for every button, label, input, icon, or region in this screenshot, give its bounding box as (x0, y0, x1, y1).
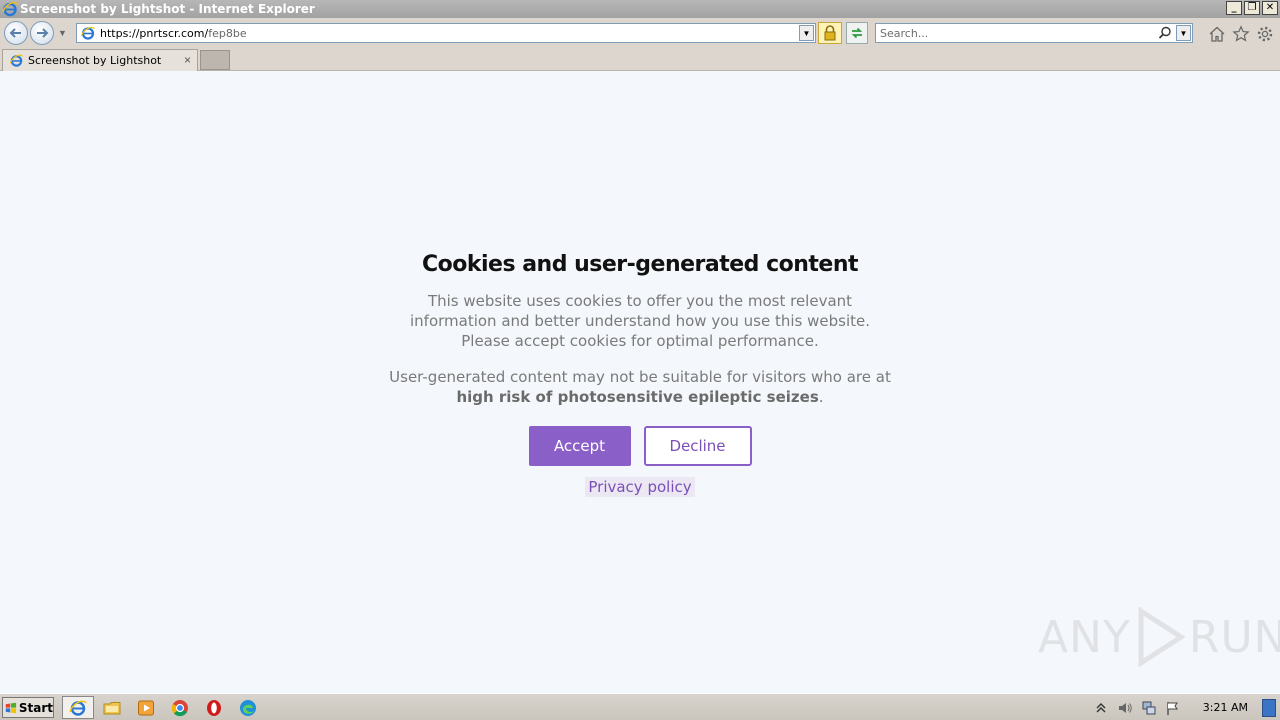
decline-button[interactable]: Decline (643, 426, 752, 466)
consent-cookies-text: This website uses cookies to offer you t… (340, 291, 940, 351)
toolbar-icons (1208, 25, 1274, 43)
back-button[interactable] (4, 21, 28, 45)
url-host: https://pnrtscr.com/ (100, 26, 209, 40)
address-dropdown-button[interactable]: ▼ (799, 25, 814, 41)
ugc-warning-bold: high risk of photosensitive epileptic se… (456, 388, 819, 406)
page-content: Cookies and user-generated content This … (0, 72, 1280, 693)
watermark-text-right: RUN (1188, 611, 1280, 663)
accept-button[interactable]: Accept (528, 426, 631, 466)
navigation-bar: ▼ https://pnrtscr.com/fep8be ▼ ▼ (0, 18, 1280, 48)
media-player-icon (138, 700, 154, 715)
favorites-star-icon[interactable] (1232, 25, 1250, 43)
search-box: ▼ (875, 23, 1193, 43)
minimize-button[interactable]: _ (1226, 1, 1242, 15)
clock[interactable]: 3:21 AM (1203, 701, 1248, 714)
cookies-text-line-2: information and better understand how yo… (409, 312, 870, 330)
search-input[interactable] (880, 26, 1150, 40)
system-tray: 3:21 AM (1089, 696, 1280, 719)
tab-lightshot[interactable]: Screenshot by Lightshot × (2, 49, 198, 71)
consent-ugc-text: User-generated content may not be suitab… (340, 367, 940, 407)
consent-heading: Cookies and user-generated content (421, 252, 859, 277)
tab-bar: Screenshot by Lightshot × (0, 48, 1280, 71)
cookies-text-line-3: Please accept cookies for optimal perfor… (461, 332, 819, 350)
edge-icon (240, 699, 256, 716)
taskbar-apps (62, 696, 264, 719)
internet-explorer-icon (2, 2, 18, 17)
page-favicon-icon (80, 26, 95, 40)
privacy-policy-link[interactable]: Privacy policy (585, 477, 695, 497)
address-bar[interactable]: https://pnrtscr.com/fep8be ▼ (76, 23, 816, 43)
address-url[interactable]: https://pnrtscr.com/fep8be (100, 27, 247, 40)
security-lock-button[interactable] (818, 22, 842, 44)
tab-title: Screenshot by Lightshot (28, 54, 162, 67)
search-icon[interactable] (1158, 26, 1172, 40)
arrow-right-icon (37, 28, 49, 38)
ugc-text-line-1: User-generated content may not be suitab… (389, 368, 891, 386)
arrow-left-icon (9, 28, 21, 38)
anyrun-watermark: ANY RUN (1038, 607, 1280, 667)
refresh-button[interactable] (846, 22, 868, 44)
history-dropdown-icon[interactable]: ▼ (58, 28, 67, 38)
volume-icon[interactable] (1117, 700, 1133, 716)
play-logo-icon (1138, 607, 1185, 667)
taskbar-edge[interactable] (232, 696, 264, 719)
watermark-text-left: ANY (1038, 611, 1131, 663)
search-dropdown-button[interactable]: ▼ (1176, 25, 1191, 41)
taskbar-opera[interactable] (198, 696, 230, 719)
chrome-icon (171, 699, 188, 716)
show-hidden-icons-icon[interactable] (1093, 700, 1109, 716)
window-title: Screenshot by Lightshot - Internet Explo… (20, 2, 315, 16)
taskbar-chrome[interactable] (164, 696, 196, 719)
opera-icon (207, 699, 221, 716)
window-controls: _ ❐ ✕ (1226, 1, 1278, 15)
taskbar-file-explorer[interactable] (96, 696, 128, 719)
new-tab-button[interactable] (200, 50, 230, 70)
restore-button[interactable]: ❐ (1244, 1, 1260, 15)
refresh-icon (851, 27, 863, 39)
cookies-text-line-1: This website uses cookies to offer you t… (427, 292, 853, 310)
settings-gear-icon[interactable] (1256, 25, 1274, 43)
lock-icon (824, 25, 836, 41)
window-title-bar: Screenshot by Lightshot - Internet Explo… (0, 0, 1280, 18)
home-icon[interactable] (1208, 25, 1226, 43)
forward-button[interactable] (30, 21, 54, 45)
start-label: Start (18, 700, 53, 715)
consent-buttons: Accept Decline (340, 426, 940, 466)
internet-explorer-icon (69, 700, 87, 716)
windows-logo-icon (5, 702, 17, 713)
ugc-text-end: . (818, 388, 824, 406)
tab-favicon-icon (9, 54, 23, 67)
folder-icon (103, 701, 121, 714)
taskbar: Start 3:21 AM (0, 693, 1280, 720)
cookie-consent-dialog: Cookies and user-generated content This … (340, 252, 940, 497)
close-button[interactable]: ✕ (1262, 1, 1278, 15)
tab-close-icon[interactable]: × (184, 53, 191, 67)
url-path: fep8be (208, 26, 247, 40)
action-center-flag-icon[interactable] (1165, 700, 1181, 716)
show-desktop-button[interactable] (1262, 698, 1276, 717)
start-button[interactable]: Start (2, 697, 54, 718)
network-icon[interactable] (1141, 700, 1157, 716)
taskbar-internet-explorer[interactable] (62, 696, 94, 719)
taskbar-media-player[interactable] (130, 696, 162, 719)
